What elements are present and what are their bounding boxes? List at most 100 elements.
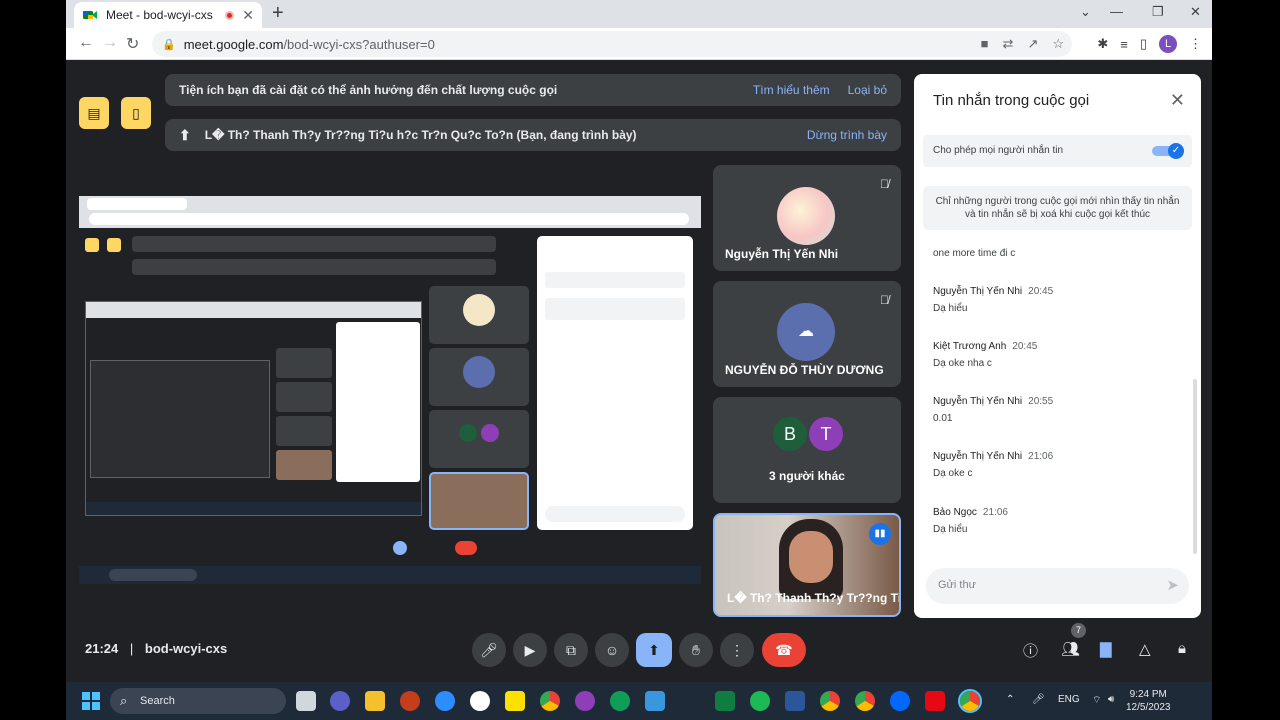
back-icon[interactable]: ←	[78, 34, 94, 52]
close-tab-icon[interactable]: ✕	[242, 7, 254, 24]
reactions-button[interactable]: ☺	[595, 633, 629, 667]
camera-icon[interactable]: ■	[981, 36, 989, 52]
raise-hand-button[interactable]: ✋︎	[679, 633, 713, 667]
zalo-icon[interactable]	[890, 691, 910, 711]
netflix-icon[interactable]	[925, 691, 945, 711]
close-chat-icon[interactable]: ✕	[1170, 90, 1185, 111]
windows-start-icon[interactable]	[82, 692, 100, 710]
meeting-details-icon[interactable]: ⓘ	[1023, 640, 1038, 661]
chat-message: Nguyễn Thị Yến Nhi 21:06 Dạ oke c	[933, 451, 1053, 479]
send-icon[interactable]: ➤	[1166, 576, 1179, 594]
tray-mic-icon[interactable]: 🎤︎	[1032, 694, 1045, 705]
dismiss-link[interactable]: Loại bỏ	[848, 83, 887, 97]
allow-messages-toggle[interactable]: ✓	[1152, 143, 1184, 159]
people-icon[interactable]: 👥︎	[1061, 640, 1080, 658]
chat-title: Tin nhắn trong cuộc gọi	[933, 92, 1090, 109]
word-icon[interactable]	[785, 691, 805, 711]
sticky-notes-icon[interactable]	[505, 691, 525, 711]
chat-icon[interactable]: ▇	[1100, 640, 1112, 658]
task-view-icon[interactable]	[296, 691, 316, 711]
maximize-button[interactable]: ❐	[1152, 4, 1164, 20]
volume-icon[interactable]: 🔊︎	[1108, 694, 1114, 705]
tab-search-icon[interactable]: ⌄	[1080, 4, 1091, 20]
speaking-icon: ▮▮	[869, 523, 891, 545]
browser-toolbar: ← → ↻ 🔒 meet.google.com/bod-wcyi-cxs?aut…	[66, 28, 1212, 60]
leave-call-button[interactable]: ☎	[762, 633, 806, 667]
host-controls-icon[interactable]: 🔒︎	[1178, 640, 1186, 657]
nested-browser-chrome	[79, 196, 701, 228]
url-host: meet.google.com	[183, 36, 284, 52]
taskbar-time: 9:24 PM	[1129, 689, 1167, 700]
translate-icon[interactable]: ⇄	[1003, 36, 1014, 52]
chat-message: Kiệt Trương Anh 20:45 Dạ oke nha c	[933, 341, 1037, 369]
message-time: 20:45	[1012, 341, 1038, 352]
captions-icon: ⧉	[566, 642, 576, 658]
participant-tile[interactable]: B T 3 người khác	[713, 397, 901, 503]
learn-more-link[interactable]: Tìm hiểu thêm	[753, 83, 830, 97]
powerpoint-icon[interactable]	[400, 691, 420, 711]
captions-button[interactable]: ⧉	[554, 633, 588, 667]
message-text: Dạ hiểu	[933, 524, 968, 535]
extension-banner: Tiện ích bạn đã cài đặt có thể ảnh hưởng…	[165, 74, 901, 106]
menu-dots-icon[interactable]: ⋮	[1189, 36, 1202, 52]
lock-icon: 🔒	[162, 38, 176, 51]
windows-taskbar: ⌕ Search ⌃ 🎤︎ ENG ⌔ 🔊︎ 9:24 PM 12/5/2023	[66, 682, 1212, 720]
address-bar[interactable]: 🔒 meet.google.com/bod-wcyi-cxs?authuser=…	[152, 31, 1072, 57]
chrome-icon[interactable]	[540, 691, 560, 711]
people-count-badge: 7	[1071, 623, 1086, 638]
spotify-icon[interactable]	[750, 691, 770, 711]
clock-app-icon[interactable]	[470, 691, 490, 711]
teams-chat-icon[interactable]	[330, 691, 350, 711]
present-button[interactable]: ⬆	[636, 633, 672, 667]
photos-icon[interactable]	[645, 691, 665, 711]
extension-warning-icon[interactable]: ▤	[79, 97, 109, 129]
camera-button[interactable]: ▶	[513, 633, 547, 667]
avatar: B	[773, 417, 807, 451]
activities-icon[interactable]: △	[1139, 640, 1151, 658]
tray-chevron-icon[interactable]: ⌃	[1006, 694, 1014, 705]
new-tab-button[interactable]: +	[272, 3, 284, 23]
participant-tile[interactable]: ☁ 🎙̸ NGUYỄN ĐỖ THÙY DƯƠNG	[713, 281, 901, 387]
close-window-button[interactable]: ✕	[1190, 4, 1201, 20]
participant-name: 3 người khác	[769, 469, 845, 483]
stop-presenting-button[interactable]: Dừng trình bày	[807, 128, 887, 142]
bookmark-star-icon[interactable]: ☆	[1052, 36, 1064, 52]
message-sender: Kiệt Trương Anh	[933, 341, 1007, 352]
taskbar-clock[interactable]: 9:24 PM 12/5/2023	[1126, 688, 1171, 714]
forward-icon[interactable]: →	[102, 34, 118, 52]
participant-tile[interactable]: 🎙̸ Nguyễn Thị Yến Nhi	[713, 165, 901, 271]
edge-icon[interactable]	[610, 691, 630, 711]
share-icon[interactable]: ↗	[1027, 36, 1038, 52]
chat-message: Nguyễn Thị Yến Nhi 20:55 0.01	[933, 396, 1053, 424]
minimize-button[interactable]: —	[1110, 4, 1123, 19]
chat-scrollbar[interactable]	[1193, 379, 1197, 554]
url-path: /bod-wcyi-cxs?authuser=0	[283, 36, 435, 52]
extensions-icon[interactable]: ✱	[1097, 36, 1108, 52]
present-screen-icon: ⬆	[179, 126, 191, 143]
self-tile[interactable]: ▮▮ L� Th? Thanh Th?y Tr??ng Ti...	[713, 513, 901, 617]
camera-icon: ▶	[524, 642, 536, 658]
input-language[interactable]: ENG	[1058, 694, 1080, 705]
chat-input[interactable]: Gửi thư ➤	[926, 568, 1189, 604]
taskbar-search[interactable]: ⌕ Search	[110, 688, 286, 714]
chrome-profile-icon[interactable]	[855, 691, 875, 711]
chrome-active-icon[interactable]	[958, 689, 982, 713]
profile-avatar[interactable]: L	[1159, 35, 1177, 53]
excel-icon[interactable]	[715, 691, 735, 711]
allow-messages-label: Cho phép mọi người nhắn tin	[933, 145, 1063, 156]
mic-button[interactable]: 🎤︎	[472, 633, 506, 667]
presenting-text: L� Th? Thanh Th?y Tr??ng Ti?u h?c Tr?n Q…	[204, 128, 637, 142]
recording-icon	[225, 10, 235, 20]
door-icon[interactable]: ▯	[121, 97, 151, 129]
chrome-profile-icon[interactable]	[820, 691, 840, 711]
zoom-icon[interactable]	[435, 691, 455, 711]
side-panel-icon[interactable]: ▯	[1140, 36, 1147, 52]
file-explorer-icon[interactable]	[365, 691, 385, 711]
more-options-button[interactable]: ⋮	[720, 633, 754, 667]
reload-icon[interactable]: ↻	[126, 34, 139, 54]
wifi-icon[interactable]: ⌔	[1092, 694, 1101, 707]
browser-tab[interactable]: Meet - bod-wcyi-cxs ✕	[74, 2, 262, 28]
pdf-app-icon[interactable]	[575, 691, 595, 711]
reading-list-icon[interactable]: ≡	[1120, 37, 1128, 52]
message-time: 20:45	[1028, 286, 1054, 297]
